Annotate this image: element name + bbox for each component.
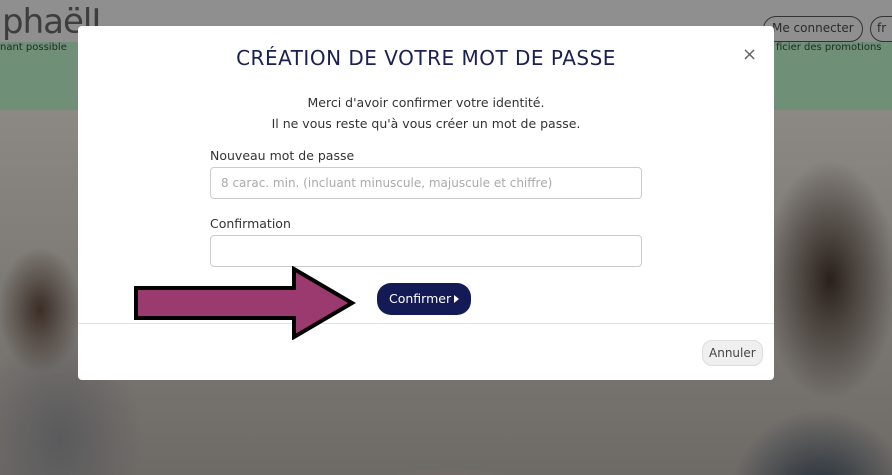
new-password-label: Nouveau mot de passe	[210, 148, 355, 163]
confirm-button-label: Confirmer	[389, 291, 452, 306]
caret-right-icon	[454, 295, 460, 303]
login-button[interactable]: Me connecter	[763, 16, 863, 42]
modal-message: Merci d'avoir confirmer votre identité. …	[78, 92, 774, 134]
modal-title: CRÉATION DE VOTRE MOT DE PASSE	[236, 46, 616, 70]
confirmation-input[interactable]	[210, 235, 642, 267]
confirm-button[interactable]: Confirmer	[377, 283, 472, 315]
promo-banner-right-text: ficier des promotions	[776, 42, 882, 53]
close-icon[interactable]: ×	[742, 44, 757, 65]
annotation-arrow-icon	[134, 266, 356, 340]
message-line-1: Merci d'avoir confirmer votre identité.	[307, 95, 545, 110]
message-line-2: Il ne vous reste qu'à vous créer un mot …	[271, 116, 581, 131]
cancel-button[interactable]: Annuler	[702, 340, 763, 366]
promo-banner-left-text: nant possible	[0, 42, 67, 53]
language-button[interactable]: fr	[870, 16, 892, 42]
confirmation-label: Confirmation	[210, 216, 291, 231]
new-password-input[interactable]	[210, 167, 642, 199]
